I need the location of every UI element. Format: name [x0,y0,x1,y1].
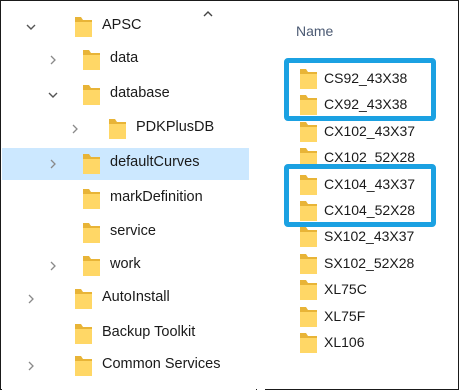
file-name: SX102_52X28 [324,255,415,271]
chevron-right-icon[interactable] [24,359,38,373]
file-name: XL75F [324,308,366,324]
tree-item-label: markDefinition [110,189,203,205]
tree-item-label: PDKPlusDB [136,119,215,135]
folder-icon [83,223,100,243]
folder-icon [300,280,317,300]
folder-icon [83,154,100,174]
file-list-item[interactable]: XL106 [266,330,456,355]
tree-item-label: APSC [102,17,142,33]
tree-item[interactable]: database [2,79,249,111]
explorer-window: APSC data database PDKPlusDB defaultCurves ma… [0,0,459,390]
folder-icon [83,50,100,70]
file-name: XL106 [324,334,365,350]
folder-icon [300,333,317,353]
folder-icon [300,122,317,142]
folder-icon [83,189,100,209]
pane-splitter[interactable] [257,2,265,390]
tree-item[interactable]: APSC [2,11,249,43]
tree-item[interactable]: AutoInstall [2,283,249,315]
folder-icon [75,356,92,376]
file-list-item[interactable]: CX102_43X37 [266,119,456,144]
tree-item-label: Common Services [102,356,221,372]
folder-icon [300,307,317,327]
tree-item-label: data [110,50,139,66]
chevron-down-icon[interactable] [24,20,38,34]
tree-item-label: service [110,223,156,239]
chevron-right-icon[interactable] [46,259,60,273]
file-list-item[interactable]: XL75F [266,304,456,329]
tree-item[interactable]: Common Services [2,350,249,382]
highlight-box [284,58,436,121]
column-header-name[interactable]: Name [296,23,333,39]
tree-item[interactable]: markDefinition [2,183,249,215]
highlight-box [284,164,436,227]
chevron-right-icon[interactable] [24,292,38,306]
folder-icon [75,324,92,344]
chevron-right-icon[interactable] [68,122,82,136]
folder-icon [109,119,126,139]
file-list-item[interactable]: SX102_52X28 [266,251,456,276]
tree-item-label: database [110,85,170,101]
file-list-pane[interactable]: Name CS92_43X38 CX92_43X38 CX102_43X37 CX10… [266,2,459,390]
tree-item-label: defaultCurves [110,154,200,170]
tree-item[interactable]: Backup Toolkit [2,318,249,350]
folder-icon [300,254,317,274]
folder-icon [83,85,100,105]
tree-item-label: Backup Toolkit [102,324,196,340]
tree-item[interactable]: work [2,250,249,282]
chevron-right-icon[interactable] [46,157,60,171]
tree-item[interactable]: service [2,217,249,249]
chevron-down-icon[interactable] [46,88,60,102]
folder-icon [300,227,317,247]
chevron-right-icon[interactable] [46,53,60,67]
file-name: CX102_52X28 [324,149,416,165]
folder-icon [75,17,92,37]
folder-icon [75,289,92,309]
tree-item[interactable]: data [2,44,249,76]
navigation-pane[interactable]: APSC data database PDKPlusDB defaultCurves ma… [2,2,256,390]
tree-item-label: AutoInstall [102,289,170,305]
folder-icon [83,256,100,276]
file-name: XL75C [324,281,367,297]
tree-item[interactable]: defaultCurves [2,148,249,180]
file-list-item[interactable]: XL75C [266,277,456,302]
tree-item[interactable]: PDKPlusDB [2,113,249,145]
file-name: SX102_43X37 [324,228,415,244]
file-list-item[interactable]: SX102_43X37 [266,224,456,249]
tree-item-label: work [110,256,141,272]
file-name: CX102_43X37 [324,123,416,139]
